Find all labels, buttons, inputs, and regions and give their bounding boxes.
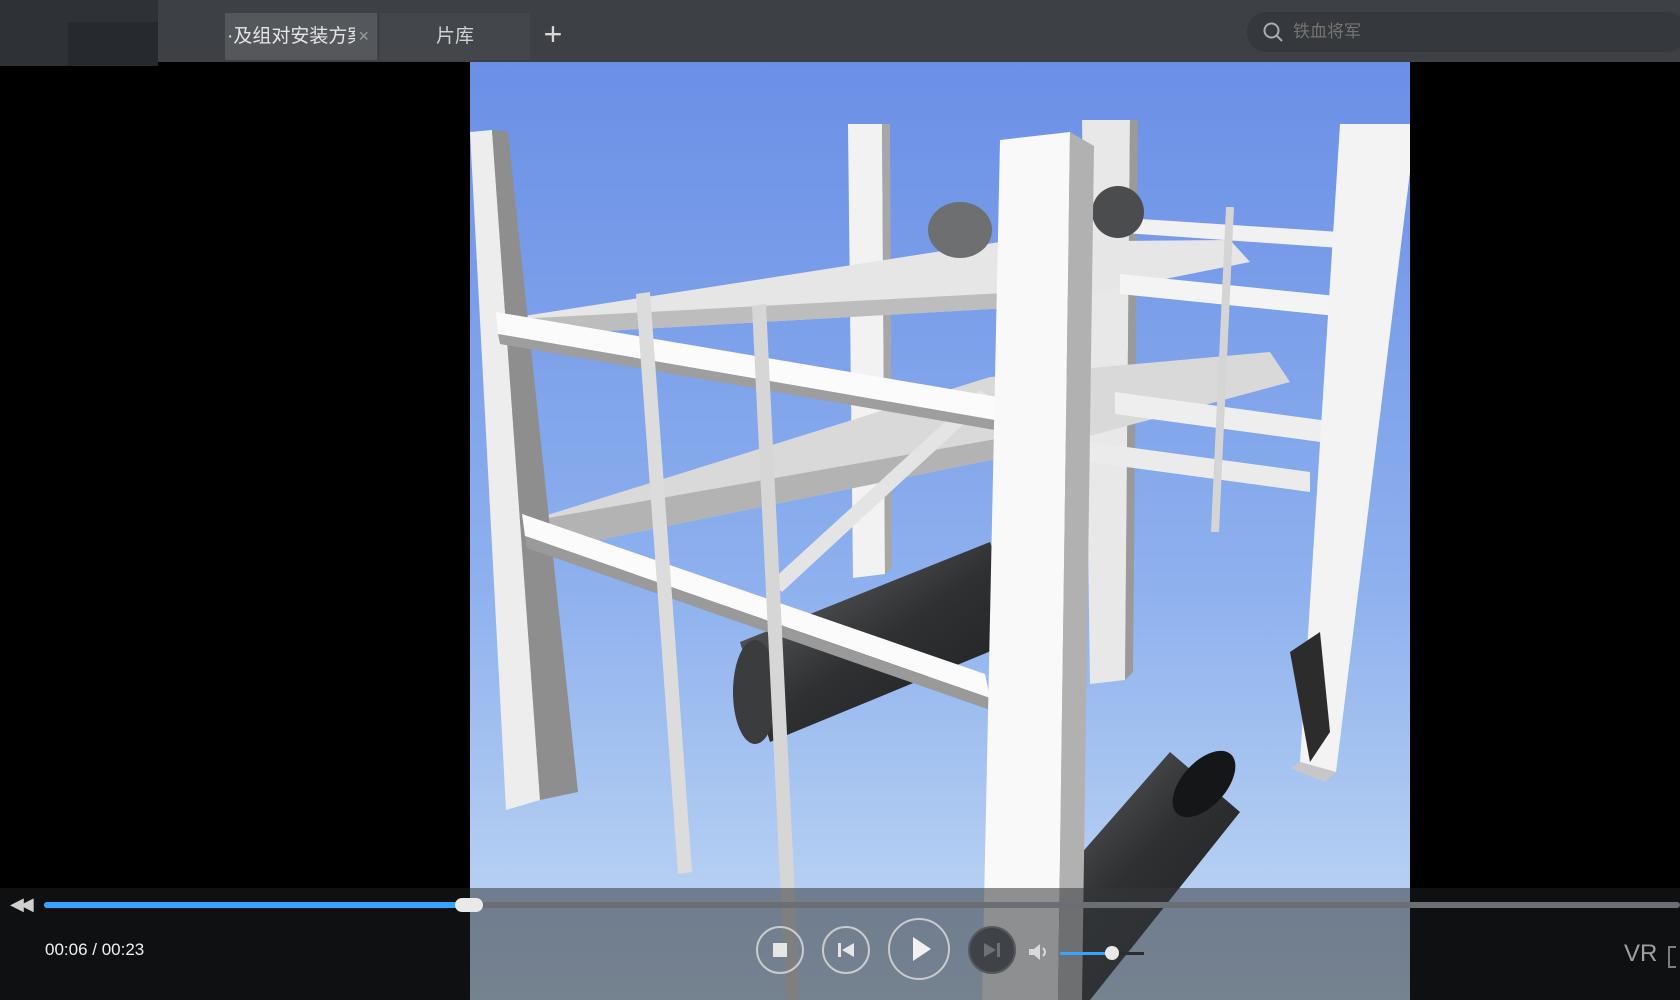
volume-slider[interactable]: [1060, 946, 1144, 960]
skip-next-icon: [984, 943, 1000, 957]
time-display: 00:06 / 00:23: [45, 940, 145, 959]
tab-library[interactable]: 片库: [380, 13, 530, 60]
app-logo: [0, 0, 158, 66]
tab-close-icon[interactable]: ×: [358, 13, 369, 60]
add-tab-icon[interactable]: +: [540, 14, 566, 54]
video-frame[interactable]: [470, 62, 1410, 1000]
tab-label: 片库: [435, 26, 474, 47]
progress-thumb[interactable]: [455, 898, 484, 912]
search-icon[interactable]: [1263, 22, 1283, 42]
volume-icon[interactable]: [1026, 940, 1050, 964]
stop-button[interactable]: [756, 926, 804, 974]
video-content: [470, 62, 1410, 1000]
rewind-icon[interactable]: ◀◀: [10, 894, 34, 915]
player-controls: ◀◀ 00:06 / 00:23 VR: [0, 888, 1680, 1000]
panel-edge-icon[interactable]: [1668, 946, 1676, 968]
video-player-window: ·及组对安装方案 × 片库 + 铁血将军 ◀◀ 00:06 / 00:23 VR: [0, 0, 1680, 1000]
top-bar: ·及组对安装方案 × 片库 +: [0, 0, 1680, 66]
tab-current-video[interactable]: ·及组对安装方案 ×: [225, 13, 377, 60]
next-button[interactable]: [968, 926, 1016, 974]
tab-label: ·及组对安装方案: [227, 26, 355, 47]
play-button[interactable]: [888, 918, 950, 980]
play-icon: [913, 937, 931, 961]
stop-icon: [773, 943, 787, 957]
skip-previous-icon: [838, 943, 854, 957]
previous-button[interactable]: [822, 926, 870, 974]
search-input[interactable]: [1293, 12, 1673, 52]
volume-thumb[interactable]: [1105, 946, 1120, 960]
search-box[interactable]: [1247, 12, 1680, 52]
vr-button[interactable]: VR: [1624, 940, 1657, 968]
progress-fill: [44, 902, 470, 908]
progress-bar[interactable]: [44, 898, 1680, 912]
